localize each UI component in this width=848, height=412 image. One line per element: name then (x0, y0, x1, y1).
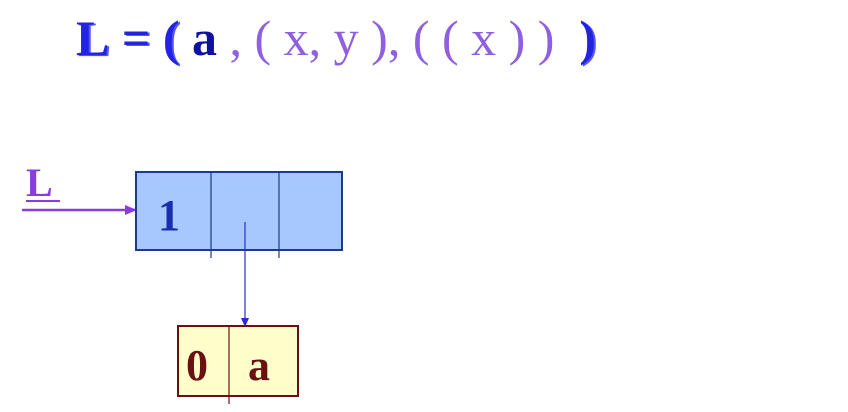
atom-node-tag: 0 (186, 341, 208, 390)
atom-node: 0 a (177, 325, 299, 404)
atom-node-value: a (248, 341, 270, 390)
list-node: 1 (135, 171, 343, 258)
list-storage-diagram: L 1 0 a (22, 160, 343, 404)
list-node-tag: 1 (158, 191, 180, 240)
head-pointer-label: L (26, 160, 53, 205)
